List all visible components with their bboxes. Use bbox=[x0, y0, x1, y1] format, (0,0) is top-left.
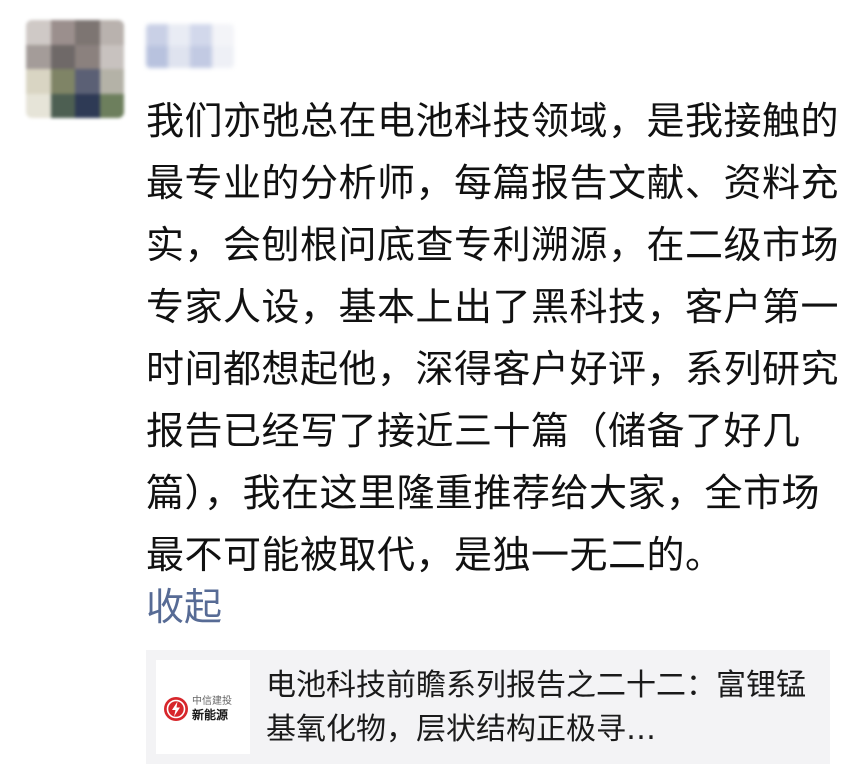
lightning-bolt-icon bbox=[164, 697, 188, 721]
collapse-link[interactable]: 收起 bbox=[146, 582, 222, 632]
post-text: 我们亦弛总在电池科技领域，是我接触的最专业的分析师，每篇报告文献、资料充实，会刨… bbox=[146, 99, 840, 577]
avatar[interactable] bbox=[26, 20, 124, 118]
article-title: 电池科技前瞻系列报告之二十二：富锂锰基氧化物，层状结构正极寻… bbox=[266, 668, 806, 747]
article-thumbnail: 中信建投 新能源 bbox=[156, 660, 250, 754]
logo-text-bottom: 新能源 bbox=[192, 708, 229, 722]
shared-article-card[interactable]: 中信建投 新能源 电池科技前瞻系列报告之二十二：富锂锰基氧化物，层状结构正极寻… bbox=[146, 650, 830, 764]
nickname[interactable] bbox=[146, 24, 234, 68]
logo-text-top: 中信建投 bbox=[192, 696, 232, 707]
